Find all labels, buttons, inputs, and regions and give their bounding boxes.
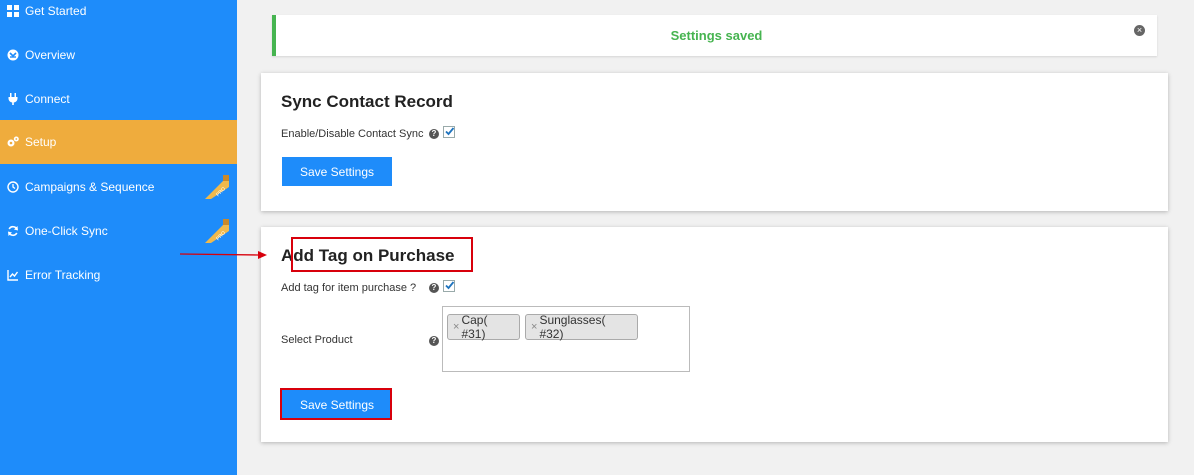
product-select[interactable]: × Cap( #31) × Sunglasses( #32): [442, 306, 690, 372]
refresh-icon: [6, 224, 20, 238]
grid-icon: [6, 4, 20, 18]
gears-icon: [6, 135, 20, 149]
sidebar-item-label: Error Tracking: [25, 268, 101, 282]
select-product-label: Select Product: [281, 334, 353, 346]
sidebar-item-label: Connect: [25, 92, 70, 106]
remove-tag-icon[interactable]: ×: [531, 321, 537, 333]
sidebar-item-label: Campaigns & Sequence: [25, 180, 155, 194]
line-chart-icon: [6, 268, 20, 282]
plug-icon: [6, 92, 20, 106]
settings-saved-notice: Settings saved ×: [272, 15, 1157, 56]
clock-icon: [6, 180, 20, 194]
sidebar-item-connect[interactable]: Connect: [0, 77, 237, 121]
main-content: Settings saved × Sync Contact Record Ena…: [237, 0, 1194, 475]
sidebar: Get Started Overview Connect Setup Campa…: [0, 0, 237, 475]
sidebar-item-label: One-Click Sync: [25, 224, 108, 238]
sidebar-item-label: Setup: [25, 135, 57, 149]
product-tag-label: Sunglasses( #32): [539, 313, 606, 341]
pro-badge: PRO: [205, 175, 229, 199]
add-tag-card: Add Tag on Purchase Add tag for item pur…: [261, 227, 1168, 442]
tag-purchase-checkbox[interactable]: [443, 280, 455, 292]
sidebar-item-overview[interactable]: Overview: [0, 33, 237, 77]
pro-badge: PRO: [205, 219, 229, 243]
notice-text: Settings saved: [670, 28, 763, 43]
highlight-box: [280, 388, 392, 420]
product-tag-label: Cap( #31): [461, 313, 488, 341]
dashboard-icon: [6, 48, 20, 62]
product-tag: × Cap( #31): [447, 313, 520, 341]
sync-contact-card: Sync Contact Record Enable/Disable Conta…: [261, 73, 1168, 211]
sidebar-item-label: Get Started: [25, 4, 87, 18]
sidebar-item-setup[interactable]: Setup: [0, 120, 237, 164]
close-icon[interactable]: ×: [1134, 25, 1145, 36]
card-title: Sync Contact Record: [281, 92, 453, 111]
remove-tag-icon[interactable]: ×: [453, 321, 459, 333]
sidebar-item-campaigns[interactable]: Campaigns & Sequence PRO: [0, 165, 237, 209]
product-tag: × Sunglasses( #32): [525, 313, 638, 341]
help-icon[interactable]: ?: [429, 283, 439, 293]
contact-sync-checkbox[interactable]: [443, 126, 455, 138]
help-icon[interactable]: ?: [429, 336, 439, 346]
sidebar-item-label: Overview: [25, 48, 76, 62]
save-settings-button[interactable]: Save Settings: [282, 157, 392, 186]
sidebar-item-get-started[interactable]: Get Started: [0, 0, 237, 33]
contact-sync-label: Enable/Disable Contact Sync: [281, 128, 424, 140]
annotation-arrow-icon: [179, 251, 267, 259]
help-icon[interactable]: ?: [429, 129, 439, 139]
highlight-box: [291, 237, 473, 272]
tag-purchase-label: Add tag for item purchase ?: [281, 282, 417, 294]
